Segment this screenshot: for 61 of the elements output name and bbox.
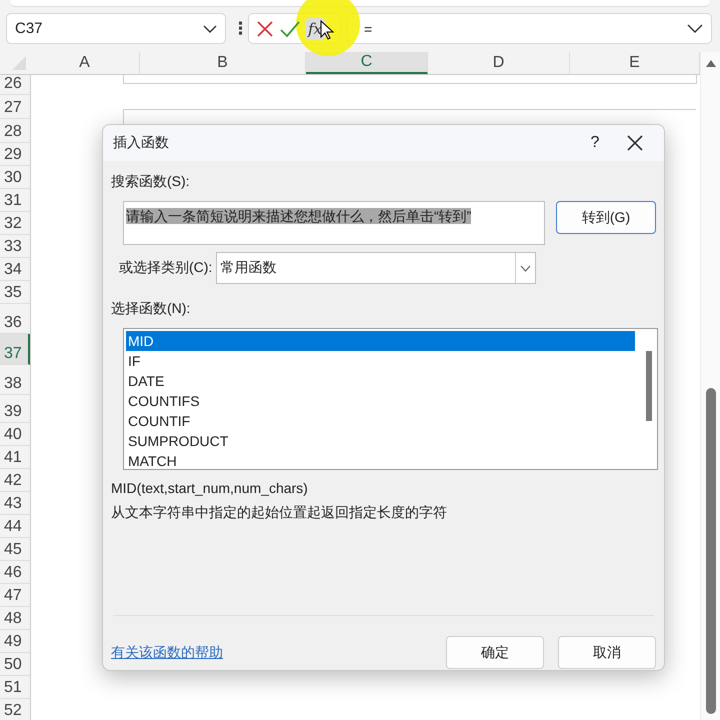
field-label: 搜索函数(S):	[111, 173, 191, 191]
row-header[interactable]: 39	[0, 395, 30, 423]
scrollbar-thumb[interactable]	[646, 351, 652, 421]
row-header[interactable]: 50	[0, 653, 30, 676]
cancel-button[interactable]: 取消	[558, 636, 656, 669]
search-field[interactable]: 请输入一条简短说明来描述您想做什么，然后单击“转到”	[123, 201, 545, 245]
chevron-down-icon[interactable]	[203, 24, 217, 32]
function-item[interactable]: MID	[126, 331, 635, 351]
function-item[interactable]: COUNTIFS	[126, 391, 635, 411]
help-button[interactable]: ?	[580, 134, 610, 152]
row-header[interactable]: 31	[0, 189, 30, 212]
chevron-down-icon[interactable]	[520, 264, 532, 272]
go-button[interactable]: 转到(G)	[556, 201, 656, 234]
column-header[interactable]: C	[306, 52, 428, 74]
column-header[interactable]: D	[428, 52, 570, 74]
function-description: 从文本字符串中指定的起始位置起返回指定长度的字符	[111, 504, 448, 522]
row-header[interactable]: 26	[0, 75, 30, 95]
row-header[interactable]: 43	[0, 492, 30, 515]
row-header[interactable]: 51	[0, 676, 30, 699]
row-header[interactable]: 46	[0, 561, 30, 584]
row-header[interactable]: 27	[0, 95, 30, 119]
row-header[interactable]: 28	[0, 119, 30, 143]
ok-button[interactable]: 确定	[446, 636, 544, 669]
field-label: 或选择类别(C):	[119, 259, 212, 277]
row-header[interactable]: 38	[0, 365, 30, 395]
function-item[interactable]: SUMPRODUCT	[126, 431, 635, 451]
row-header[interactable]: 30	[0, 166, 30, 189]
function-item[interactable]: MATCH	[126, 451, 635, 471]
more-options[interactable]: ⋮	[232, 18, 242, 38]
function-item[interactable]: COUNTIF	[126, 411, 635, 431]
row-header[interactable]: 41	[0, 446, 30, 469]
help-link[interactable]: 有关该函数的帮助	[111, 644, 432, 662]
row-header[interactable]: 52	[0, 699, 30, 720]
name-box[interactable]: C37	[6, 13, 226, 44]
row-header[interactable]: 48	[0, 607, 30, 630]
function-item[interactable]: IF	[126, 351, 635, 371]
column-header[interactable]: A	[30, 52, 140, 74]
row-header[interactable]: 37	[0, 334, 30, 365]
function-list[interactable]: MID IF DATE COUNTIFS COUNTIF SUMPRODUCT MATCH	[123, 328, 658, 470]
enter-icon[interactable]	[279, 18, 301, 38]
function-item[interactable]: DATE	[126, 371, 635, 391]
row-header[interactable]: 29	[0, 143, 30, 166]
row-header[interactable]: 49	[0, 630, 30, 653]
function-signature: MID(text,start_num,num_chars)	[111, 480, 309, 496]
cursor-icon	[320, 20, 334, 40]
row-header[interactable]: 34	[0, 258, 30, 281]
row-header[interactable]: 44	[0, 515, 30, 538]
row-header[interactable]: 42	[0, 469, 30, 492]
row-header[interactable]: 47	[0, 584, 30, 607]
chevron-down-icon[interactable]	[687, 24, 703, 33]
cancel-icon[interactable]	[255, 18, 275, 38]
row-header[interactable]: 33	[0, 235, 30, 258]
row-header[interactable]: 40	[0, 423, 30, 446]
row-header[interactable]: 45	[0, 538, 30, 561]
category-dropdown[interactable]: 常用函数	[216, 252, 536, 284]
scroll-up-icon[interactable]	[704, 58, 716, 68]
scrollbar-thumb[interactable]	[706, 388, 716, 714]
row-header[interactable]: 32	[0, 212, 30, 235]
field-label: 选择函数(N):	[111, 300, 192, 318]
dialog-title: 插入函数	[113, 134, 170, 152]
row-header[interactable]: 35	[0, 281, 30, 304]
